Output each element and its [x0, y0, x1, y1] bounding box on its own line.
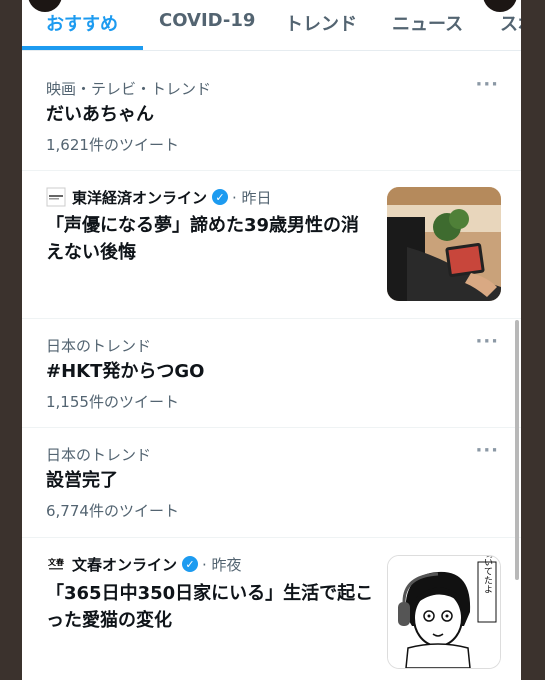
news-item[interactable]: 東洋経済オンライン ✓ · 昨日 「声優になる夢」諦めた39歳男性の消えない後悔: [22, 170, 521, 319]
news-source-row: 文春 文春オンライン ✓ · 昨夜: [46, 554, 242, 574]
tab-recommended[interactable]: おすすめ: [46, 10, 118, 36]
trend-title: 設営完了: [46, 470, 118, 491]
toyokeizai-logo: [46, 187, 66, 207]
trend-category: 日本のトレンド: [46, 446, 152, 464]
trend-category: 映画・テレビ・トレンド: [46, 80, 212, 98]
more-horizontal-icon[interactable]: ···: [475, 74, 499, 95]
trend-title: #HKT発からつGO: [46, 361, 205, 382]
news-headline: 「声優になる夢」諦めた39歳男性の消えない後悔: [46, 215, 360, 263]
news-source-name: 文春オンライン: [72, 555, 178, 574]
tab-covid[interactable]: COVID-19: [159, 10, 255, 31]
news-thumbnail: 鳴いてたよ: [387, 555, 501, 669]
news-time: · 昨夜: [202, 555, 242, 574]
explore-tab-bar: おすすめ COVID-19 トレンド ニュース スポ: [22, 0, 521, 51]
tab-news[interactable]: ニュース: [392, 10, 463, 36]
news-thumbnail: [387, 187, 501, 301]
news-source-row: 東洋経済オンライン ✓ · 昨日: [46, 187, 272, 207]
trend-tweet-count: 6,774件のツイート: [46, 502, 179, 520]
svg-text:鳴いてたよ: 鳴いてたよ: [482, 556, 493, 594]
more-horizontal-icon[interactable]: ···: [475, 440, 499, 461]
news-time: · 昨日: [232, 188, 272, 207]
tab-trends[interactable]: トレンド: [285, 10, 357, 36]
tab-sports[interactable]: スポ: [500, 10, 521, 36]
news-item[interactable]: 文春 文春オンライン ✓ · 昨夜 「365日中350日家にいる」生活で起こった…: [22, 538, 521, 680]
trend-item[interactable]: 日本のトレンド #HKT発からつGO 1,155件のツイート ···: [22, 319, 521, 428]
news-source-name: 東洋経済オンライン: [72, 188, 208, 207]
bunshun-logo: 文春: [46, 554, 66, 574]
explore-screen: おすすめ COVID-19 トレンド ニュース スポ 映画・テレビ・トレンド だ…: [22, 0, 521, 680]
trend-tweet-count: 1,155件のツイート: [46, 393, 179, 411]
svg-text:文春: 文春: [48, 557, 64, 567]
trend-item[interactable]: 映画・テレビ・トレンド だいあちゃん 1,621件のツイート ···: [22, 62, 521, 171]
trend-title: だいあちゃん: [46, 104, 154, 125]
verified-badge-icon: ✓: [212, 189, 229, 205]
more-horizontal-icon[interactable]: ···: [475, 331, 499, 352]
news-headline: 「365日中350日家にいる」生活で起こった愛猫の変化: [46, 583, 374, 631]
verified-badge-icon: ✓: [182, 556, 199, 572]
trend-item[interactable]: 日本のトレンド 設営完了 6,774件のツイート ···: [22, 428, 521, 538]
trend-category: 日本のトレンド: [46, 337, 152, 355]
trend-tweet-count: 1,621件のツイート: [46, 136, 179, 154]
active-tab-indicator: [22, 46, 143, 50]
scrollbar[interactable]: [515, 320, 519, 580]
